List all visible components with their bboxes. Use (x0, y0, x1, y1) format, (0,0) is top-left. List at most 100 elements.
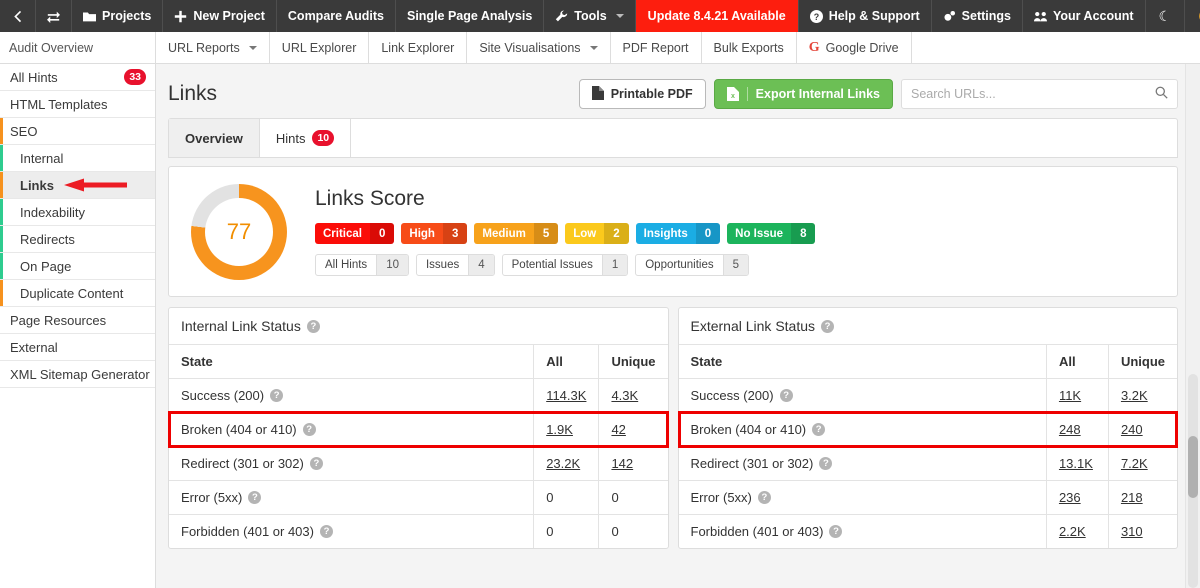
question-circle-icon: ? (810, 10, 823, 23)
row-all-link[interactable]: 114.3K (546, 388, 586, 403)
sidebar-item-redirects[interactable]: Redirects (0, 226, 155, 253)
subnav-link-explorer[interactable]: Link Explorer (369, 32, 467, 63)
row-unique-cell: 0 (599, 515, 668, 549)
nav-settings[interactable]: Settings (932, 0, 1023, 32)
subnav-pdf-report[interactable]: PDF Report (611, 32, 702, 63)
dark-mode-toggle[interactable]: ☾ (1146, 0, 1186, 32)
severity-pill-insights[interactable]: Insights 0 (636, 223, 721, 244)
nav-tools[interactable]: Tools (544, 0, 635, 32)
row-unique-link[interactable]: 4.3K (611, 388, 638, 403)
feedback-button[interactable]: 😊 (1185, 0, 1200, 32)
update-available-button[interactable]: Update 8.4.21 Available (636, 0, 798, 32)
row-unique-link[interactable]: 240 (1121, 422, 1143, 437)
row-all-cell: 2.2K (1046, 515, 1108, 549)
nav-single-page-analysis[interactable]: Single Page Analysis (396, 0, 544, 32)
nav-tools-label: Tools (574, 9, 606, 23)
row-all-link[interactable]: 1.9K (546, 422, 573, 437)
filter-pill-all-hints[interactable]: All Hints 10 (315, 254, 409, 276)
severity-pill-high[interactable]: High 3 (401, 223, 467, 244)
nav-new-project[interactable]: New Project (163, 0, 277, 32)
row-all-cell: 11K (1046, 379, 1108, 413)
severity-pill-label: Critical (315, 223, 370, 244)
subnav-google-drive[interactable]: G Google Drive (797, 32, 912, 63)
sidebar-item-on-page[interactable]: On Page (0, 253, 155, 280)
all-hints-badge: 33 (124, 69, 146, 85)
search-input[interactable] (911, 87, 1155, 101)
subnav-site-visualisations[interactable]: Site Visualisations (467, 32, 610, 63)
help-icon[interactable]: ? (303, 423, 316, 436)
severity-pill-medium[interactable]: Medium 5 (474, 223, 558, 244)
nav-compare-audits[interactable]: Compare Audits (277, 0, 396, 32)
sidebar-item-page-resources[interactable]: Page Resources (0, 307, 155, 334)
help-icon[interactable]: ? (812, 423, 825, 436)
help-icon[interactable]: ? (248, 491, 261, 504)
tab-hints[interactable]: Hints 10 (260, 119, 351, 157)
sidebar-item-external[interactable]: External (0, 334, 155, 361)
tab-overview[interactable]: Overview (169, 119, 260, 157)
tab-overview-label: Overview (185, 131, 243, 146)
sidebar-item-internal[interactable]: Internal (0, 145, 155, 172)
row-all-link[interactable]: 2.2K (1059, 524, 1086, 539)
sidebar-item-html-templates[interactable]: HTML Templates (0, 91, 155, 118)
help-icon[interactable]: ? (780, 389, 793, 402)
sidebar-item-links[interactable]: Links (0, 172, 155, 199)
filter-pill-label: Opportunities (636, 255, 722, 275)
switch-project-button[interactable] (36, 0, 72, 32)
row-all-link[interactable]: 248 (1059, 422, 1081, 437)
row-all-link[interactable]: 236 (1059, 490, 1081, 505)
row-unique-link[interactable]: 3.2K (1121, 388, 1148, 403)
help-icon[interactable]: ? (307, 320, 320, 333)
table-row: Redirect (301 or 302)? 23.2K 142 (169, 447, 668, 481)
help-icon[interactable]: ? (829, 525, 842, 538)
sidebar-item-all-hints[interactable]: All Hints 33 (0, 64, 155, 91)
scrollbar-thumb[interactable] (1188, 436, 1198, 498)
help-icon[interactable]: ? (320, 525, 333, 538)
nav-projects[interactable]: Projects (72, 0, 163, 32)
links-score-donut: 77 (191, 184, 287, 280)
sidebar-item-duplicate-content[interactable]: Duplicate Content (0, 280, 155, 307)
external-link-status-card: External Link Status ? State All Unique … (678, 307, 1179, 549)
help-icon[interactable]: ? (821, 320, 834, 333)
filter-pill-opportunities[interactable]: Opportunities 5 (635, 254, 749, 276)
sidebar-item-seo[interactable]: SEO (0, 118, 155, 145)
help-icon[interactable]: ? (758, 491, 771, 504)
help-icon[interactable]: ? (819, 457, 832, 470)
row-unique-link[interactable]: 42 (611, 422, 625, 437)
subnav-bulk-exports[interactable]: Bulk Exports (702, 32, 797, 63)
filter-pill-label: Potential Issues (503, 255, 602, 275)
severity-pill-critical[interactable]: Critical 0 (315, 223, 394, 244)
col-all: All (534, 345, 599, 379)
severity-pill-low[interactable]: Low 2 (565, 223, 628, 244)
search-icon[interactable] (1155, 86, 1168, 102)
help-icon[interactable]: ? (270, 389, 283, 402)
sidebar-item-xml-sitemap-generator[interactable]: XML Sitemap Generator (0, 361, 155, 388)
audit-overview-label[interactable]: Audit Overview (0, 32, 156, 63)
row-all-link[interactable]: 11K (1059, 388, 1081, 403)
external-link-status-title: External Link Status ? (679, 308, 1178, 345)
back-button[interactable] (0, 0, 36, 32)
row-all-link[interactable]: 23.2K (546, 456, 580, 471)
row-state-cell: Redirect (301 or 302)? (679, 447, 1047, 481)
export-internal-links-button[interactable]: x Export Internal Links (714, 79, 893, 109)
subnav-url-reports[interactable]: URL Reports (156, 32, 270, 63)
links-score-card: 77 Links Score Critical 0 High 3 (168, 166, 1178, 297)
search-urls-box[interactable] (901, 79, 1178, 109)
row-unique-link[interactable]: 310 (1121, 524, 1143, 539)
filter-pill-issues[interactable]: Issues 4 (416, 254, 495, 276)
row-unique-link[interactable]: 142 (611, 456, 633, 471)
filter-pill-label: All Hints (316, 255, 376, 275)
vertical-scrollbar[interactable] (1185, 64, 1200, 588)
printable-pdf-button[interactable]: Printable PDF (579, 79, 706, 109)
sidebar-item-indexability[interactable]: Indexability (0, 199, 155, 226)
row-all-link[interactable]: 13.1K (1059, 456, 1093, 471)
help-icon[interactable]: ? (310, 457, 323, 470)
nav-help-support[interactable]: ? Help & Support (799, 0, 932, 32)
svg-text:?: ? (813, 11, 818, 21)
severity-pill-no-issue[interactable]: No Issue 8 (727, 223, 815, 244)
nav-your-account[interactable]: Your Account (1023, 0, 1146, 32)
filter-pill-potential-issues[interactable]: Potential Issues 1 (502, 254, 629, 276)
row-all-cell: 248 (1046, 413, 1108, 447)
subnav-url-explorer[interactable]: URL Explorer (270, 32, 370, 63)
row-unique-link[interactable]: 7.2K (1121, 456, 1148, 471)
row-unique-link[interactable]: 218 (1121, 490, 1143, 505)
